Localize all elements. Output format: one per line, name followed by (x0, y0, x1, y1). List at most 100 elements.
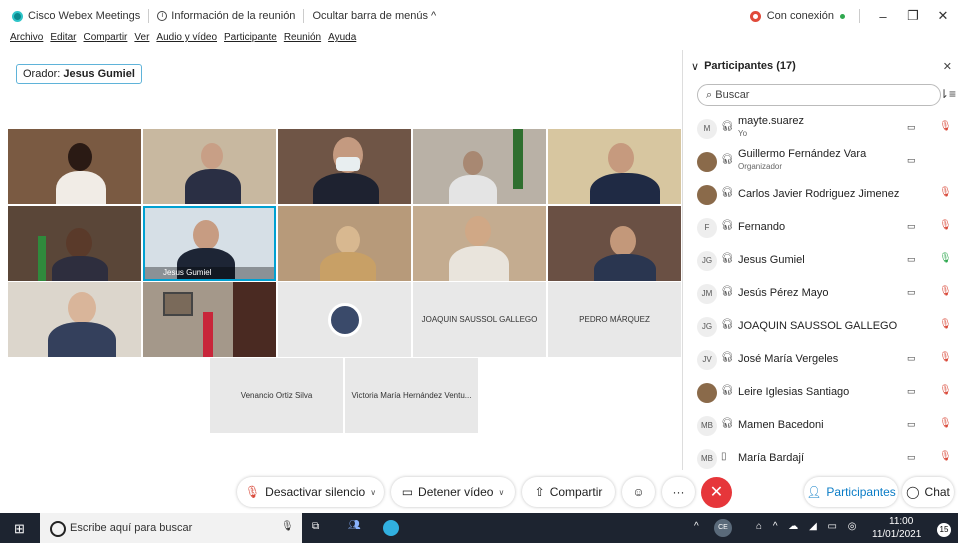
windows-start-icon[interactable]: ⊞ (14, 521, 25, 537)
chevron-down-icon[interactable]: ∨ (498, 488, 504, 497)
avatar: JM (697, 284, 717, 304)
video-tile-avatar[interactable]: JOAQUIN SAUSSOL GALLEGO (413, 282, 546, 357)
headset-icon: 🎧︎ (721, 418, 734, 429)
video-tile[interactable] (413, 206, 546, 281)
speaker-prefix: Orador: (23, 68, 64, 80)
headset-icon: 🎧︎ (721, 253, 734, 264)
camera-icon: ▭ (907, 287, 916, 297)
collapse-chevron-icon[interactable]: ∨ (691, 60, 699, 73)
taskbar-search-input[interactable]: Escribe aquí para buscar (40, 513, 302, 543)
participant-row[interactable]: M 🎧︎ mayte.suarez Yo ▭ 🎙︎ (683, 112, 958, 145)
clock-time[interactable]: 11:00 (889, 516, 913, 527)
tray-chevron-icon[interactable]: ^ (694, 521, 699, 532)
webex-taskbar-icon[interactable] (383, 520, 399, 536)
minimize-button[interactable]: – (868, 9, 898, 24)
video-tile[interactable] (278, 206, 411, 281)
participant-name: Guillermo Fernández Vara (738, 148, 867, 160)
menu-reunion[interactable]: Reunión (284, 32, 321, 48)
headset-icon: 🎧︎ (721, 385, 734, 396)
video-tile[interactable] (143, 129, 276, 204)
participant-row[interactable]: JG 🎧︎ JOAQUIN SAUSSOL GALLEGO 🎙︎ (683, 310, 958, 343)
menu-archivo[interactable]: Archivo (10, 32, 43, 48)
participant-row[interactable]: MB 🎧︎ Mamen Bacedoni ▭ 🎙︎ (683, 409, 958, 442)
participant-row[interactable]: 🎧︎ Leire Iglesias Santiago ▭ 🎙︎ (683, 376, 958, 409)
participant-row[interactable]: JM 🎧︎ Jesús Pérez Mayo ▭ 🎙︎ (683, 277, 958, 310)
microphone-icon[interactable]: 🎙︎ (281, 521, 294, 532)
connected-dot-icon (840, 13, 845, 19)
meeting-info-button[interactable]: i Información de la reunión (157, 10, 295, 22)
reactions-button[interactable]: ☺ (622, 477, 655, 507)
clock-date[interactable]: 11/01/2021 (872, 529, 921, 540)
menu-compartir[interactable]: Compartir (83, 32, 127, 48)
video-tile-avatar[interactable]: Venancio Ortiz Silva (210, 358, 343, 433)
windows-taskbar: ⊞ Escribe aquí para buscar 🎙︎ ⧉ 👥︎ ^ CE … (0, 513, 958, 543)
video-tile[interactable] (548, 206, 681, 281)
notification-badge[interactable]: 15 (937, 523, 951, 537)
participant-search-input[interactable]: ⌕ Buscar (697, 84, 941, 106)
tray-icons[interactable]: ⌂ ^ ☁ ◢ ▭ ◎ (756, 521, 861, 532)
participant-name: JOAQUIN SAUSSOL GALLEGO (738, 320, 898, 332)
video-tile[interactable] (143, 282, 276, 357)
menu-ayuda[interactable]: Ayuda (328, 32, 356, 48)
participant-name: Carlos Javier Rodriguez Jimenez (738, 188, 900, 200)
participant-name: Mamen Bacedoni (738, 419, 824, 431)
mic-muted-icon: 🎙︎ (939, 187, 952, 198)
share-icon: ⇧ (534, 485, 545, 499)
stop-video-button[interactable]: ▭ Detener vídeo ∨ (391, 477, 515, 507)
participant-row[interactable]: JV 🎧︎ José María Vergeles ▭ 🎙︎ (683, 343, 958, 376)
meeting-info-label: Información de la reunión (171, 10, 296, 22)
close-panel-button[interactable]: ✕ (943, 60, 952, 73)
meeting-controls: 🎙︎ Desactivar silencio ∨ ▭ Detener vídeo ∨ ⇧… (0, 474, 958, 512)
menu-editar[interactable]: Editar (50, 32, 76, 48)
title-bar: Cisco Webex Meetings i Información de la … (0, 0, 958, 32)
video-tile[interactable] (8, 129, 141, 204)
share-button[interactable]: ⇧ Compartir (522, 477, 615, 507)
chat-label: Chat (924, 485, 950, 499)
restore-button[interactable]: ❐ (898, 8, 928, 24)
headset-icon: 🎧︎ (721, 220, 734, 231)
participants-button[interactable]: 👤︎ Participantes (804, 477, 898, 507)
chevron-down-icon[interactable]: ∨ (370, 488, 376, 497)
stop-video-label: Detener vídeo (418, 485, 494, 499)
mic-muted-icon: 🎙︎ (939, 451, 952, 462)
participant-row[interactable]: F 🎧︎ Fernando ▭ 🎙︎ (683, 211, 958, 244)
menu-ver[interactable]: Ver (134, 32, 149, 48)
video-tile-avatar[interactable]: PEDRO MÁRQUEZ (548, 282, 681, 357)
video-tile[interactable] (548, 129, 681, 204)
participant-name: Jesús Pérez Mayo (738, 287, 829, 299)
task-view-icon[interactable]: ⧉ (312, 521, 319, 532)
end-meeting-button[interactable]: ✕ (701, 477, 732, 508)
video-tile[interactable] (8, 206, 141, 281)
video-tile-avatar[interactable]: Victoria María Hernández Ventu... (345, 358, 478, 433)
avatar: M (697, 119, 717, 139)
user-avatar[interactable]: CE (714, 519, 732, 537)
unmute-button[interactable]: 🎙︎ Desactivar silencio ∨ (237, 477, 384, 507)
connection-status[interactable]: Con conexión (767, 10, 834, 22)
smiley-icon: ☺ (632, 485, 645, 499)
video-tile-active[interactable]: Jesus Gumiel (143, 206, 276, 281)
participant-row[interactable]: 🎧︎ Guillermo Fernández Vara Organizador ▭ (683, 145, 958, 178)
hide-menu-button[interactable]: Ocultar barra de menús ^ (312, 10, 436, 22)
participant-role: Organizador (738, 162, 783, 171)
participant-row[interactable]: 🎧︎ Carlos Javier Rodriguez Jimenez 🎙︎ (683, 178, 958, 211)
menu-participante[interactable]: Participante (224, 32, 277, 48)
video-tile[interactable] (413, 129, 546, 204)
video-tile-avatar[interactable] (278, 282, 411, 357)
video-tile[interactable] (8, 282, 141, 357)
tile-name: JOAQUIN SAUSSOL GALLEGO (421, 315, 538, 324)
participant-row[interactable]: JG 🎧︎ Jesus Gumiel ▭ 🎙︎ (683, 244, 958, 277)
taskbar-search-placeholder: Escribe aquí para buscar (70, 522, 193, 534)
close-button[interactable]: ✕ (928, 8, 958, 24)
more-options-button[interactable]: ··· (662, 477, 695, 507)
participant-row[interactable]: MB ▯ María Bardají ▭ 🎙︎ (683, 442, 958, 475)
menu-audio-video[interactable]: Audio y vídeo (156, 32, 217, 48)
info-icon: i (157, 11, 168, 21)
headset-icon: 🎧︎ (721, 187, 734, 198)
chat-button[interactable]: ◯ Chat (902, 477, 954, 507)
sort-icon[interactable]: ⇂≡ (939, 87, 956, 101)
teams-icon[interactable]: 👥︎ (348, 520, 361, 531)
video-camera-icon: ▭ (401, 485, 414, 499)
panel-title: Participantes (17) (704, 60, 796, 72)
participant-list: M 🎧︎ mayte.suarez Yo ▭ 🎙︎ 🎧︎ Guillermo Fernánd… (683, 112, 958, 475)
video-tile[interactable] (278, 129, 411, 204)
